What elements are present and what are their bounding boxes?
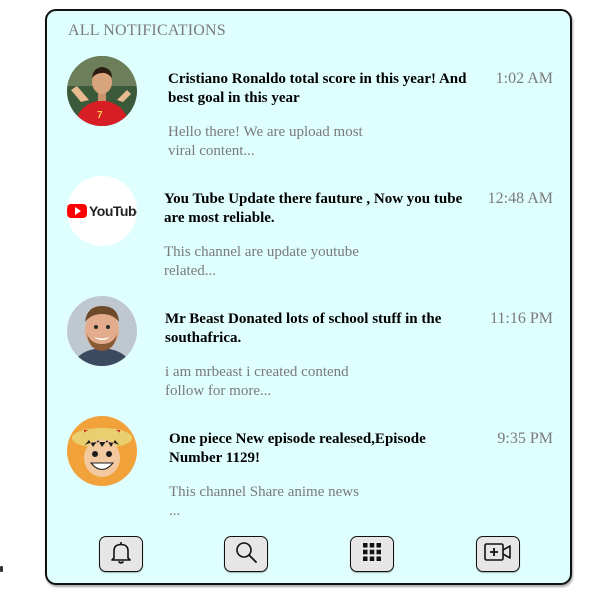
notification-body: Hello there! We are upload most viral co… <box>168 124 363 159</box>
notification-title: You Tube Update there fauture , Now you … <box>164 191 463 226</box>
notification-time: 11:16 PM <box>490 310 553 327</box>
notification-time: 9:35 PM <box>497 430 553 447</box>
search-button[interactable] <box>224 536 268 572</box>
notification-item[interactable]: One piece New episode realesed,Episode N… <box>67 416 557 526</box>
panel-title: ALL NOTIFICATIONS <box>68 22 226 39</box>
notification-item[interactable]: Mr Beast Donated lots of school stuff in… <box>67 296 557 406</box>
add-video-icon <box>484 542 512 567</box>
search-icon <box>234 540 258 569</box>
bottom-nav <box>47 536 570 576</box>
notification-time: 12:48 AM <box>487 190 553 207</box>
notification-title: Mr Beast Donated lots of school stuff in… <box>165 311 442 346</box>
notifications-button[interactable] <box>99 536 143 572</box>
notification-title: Cristiano Ronaldo total score in this ye… <box>168 71 467 106</box>
add-video-button[interactable] <box>476 536 520 572</box>
notification-time: 1:02 AM <box>495 70 553 87</box>
youtube-wordmark: YouTube <box>89 203 137 219</box>
youtube-logo: YouTube <box>67 176 137 246</box>
bell-icon <box>110 540 132 569</box>
grid-icon <box>362 542 382 567</box>
apps-button[interactable] <box>350 536 394 572</box>
edge-mark <box>0 566 3 572</box>
notification-item[interactable]: YouTube You Tube Update there fauture , … <box>67 176 557 286</box>
notification-title: One piece New episode realesed,Episode N… <box>169 431 426 466</box>
notification-item[interactable]: 7 Cristiano Ronaldo total score in this … <box>67 56 557 166</box>
mrbeast-avatar <box>67 296 137 366</box>
ronaldo-avatar: 7 <box>67 56 137 126</box>
notifications-panel: ALL NOTIFICATIONS 7 Cristiano Ronaldo to… <box>45 9 572 585</box>
notification-body: This channel are update youtube related.… <box>164 244 359 279</box>
svg-text:7: 7 <box>97 110 103 121</box>
luffy-avatar <box>67 416 137 486</box>
notification-body: i am mrbeast i created contend follow fo… <box>165 364 349 399</box>
notification-body: This channel Share anime news ... <box>169 484 359 519</box>
